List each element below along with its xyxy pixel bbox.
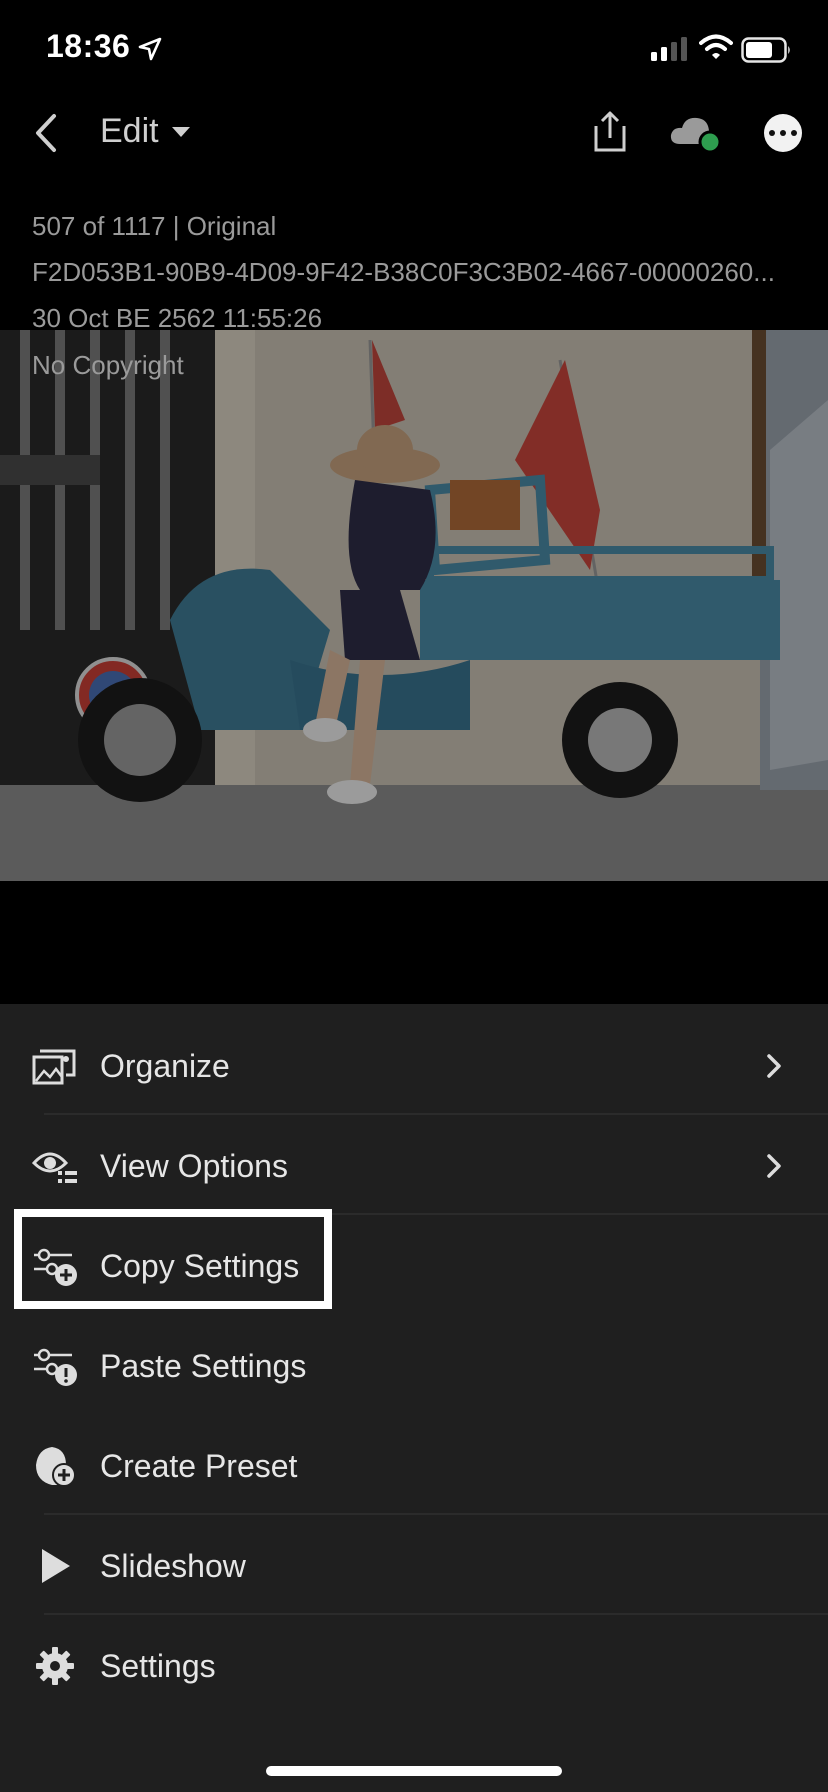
dot (780, 130, 786, 136)
menu-item-label: Paste Settings (100, 1347, 307, 1384)
location-arrow-icon (138, 37, 162, 61)
photo-position: 507 of 1117 | Original (32, 211, 277, 241)
menu-item-label: Slideshow (100, 1547, 246, 1584)
home-indicator[interactable] (266, 1766, 562, 1776)
more-options-icon (769, 130, 775, 136)
divider (44, 1113, 828, 1115)
menu-item-create-preset[interactable]: Create Preset (0, 1416, 828, 1516)
photo-date: 30 Oct BE 2562 11:55:26 (32, 303, 323, 333)
organize-icon (32, 1049, 76, 1085)
share-icon[interactable] (588, 108, 632, 156)
status-time: 18:36 (46, 28, 131, 64)
back-button[interactable] (28, 110, 68, 156)
highlight-box (14, 1209, 332, 1309)
action-sheet: Organize View Options Copy Settings Past… (0, 1004, 828, 1792)
cellular-signal-icon (651, 37, 687, 61)
photo-dim-overlay (0, 330, 828, 881)
edit-mode-dropdown[interactable]: Edit (100, 112, 191, 151)
more-options-button[interactable] (764, 114, 802, 152)
divider (44, 1613, 828, 1615)
battery-icon (741, 37, 790, 63)
divider (44, 1513, 828, 1515)
edit-label: Edit (100, 112, 159, 150)
gear-icon (36, 1647, 74, 1685)
menu-item-label: Create Preset (100, 1447, 298, 1484)
menu-item-paste-settings[interactable]: Paste Settings (0, 1316, 828, 1416)
dot (791, 130, 797, 136)
view-options-icon (32, 1152, 77, 1183)
create-preset-icon (36, 1447, 76, 1487)
menu-item-organize[interactable]: Organize (0, 1016, 828, 1116)
chevron-right-icon (767, 1054, 781, 1078)
paste-settings-icon (34, 1348, 77, 1386)
menu-item-view-options[interactable]: View Options (0, 1116, 828, 1216)
menu-item-label: View Options (100, 1147, 288, 1184)
photo-filename: F2D053B1-90B9-4D09-9F42-B38C0F3C3B02-466… (32, 257, 775, 287)
cloud-sync-icon[interactable] (668, 112, 724, 156)
menu-item-settings[interactable]: Settings (0, 1616, 828, 1716)
menu-item-slideshow[interactable]: Slideshow (0, 1516, 828, 1616)
photo-copyright: No Copyright (32, 350, 184, 380)
wifi-icon (699, 34, 733, 59)
chevron-right-icon (767, 1154, 781, 1178)
menu-item-label: Settings (100, 1647, 216, 1684)
menu-item-label: Organize (100, 1047, 230, 1084)
caret-down-icon (171, 126, 190, 137)
play-icon (42, 1549, 70, 1583)
